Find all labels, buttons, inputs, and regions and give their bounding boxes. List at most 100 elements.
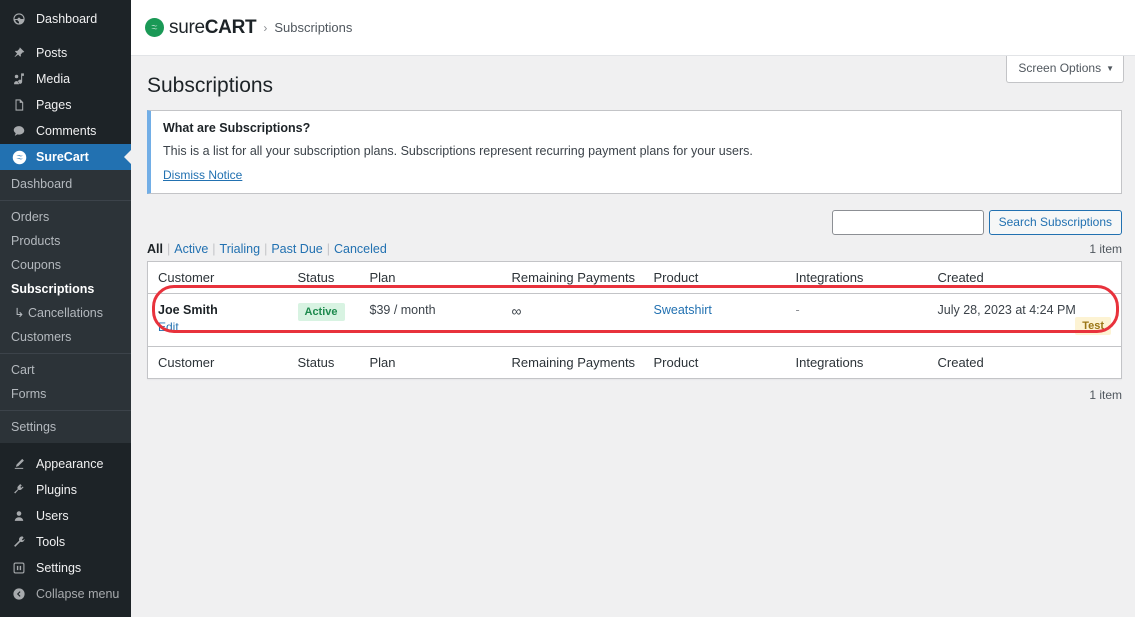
filter-row: All|Active|Trialing|Past Due|Canceled 1 … — [147, 242, 1122, 256]
sidebar-item-appearance[interactable]: Appearance — [0, 451, 131, 477]
cell-status: Active — [288, 294, 360, 347]
cell-remaining-payments: ∞ — [502, 294, 644, 347]
subscriptions-table-wrapper: Customer Status Plan Remaining Payments … — [147, 261, 1122, 379]
sidebar-subitem-cancellations[interactable]: ↳ Cancellations — [0, 301, 131, 325]
sidebar-item-plugins[interactable]: Plugins — [0, 477, 131, 503]
table-header-row: Customer Status Plan Remaining Payments … — [148, 262, 1122, 294]
screen-options-button[interactable]: Screen Options▼ — [1006, 56, 1124, 83]
sidebar-item-label: Collapse menu — [36, 581, 119, 607]
sidebar-subitem-subscriptions[interactable]: Subscriptions — [0, 277, 131, 301]
logo-text-part-b: CART — [205, 17, 257, 38]
notice-title: What are Subscriptions? — [163, 121, 1109, 135]
column-header-integrations[interactable]: Integrations — [786, 262, 928, 294]
cell-customer: Joe Smith Edit — [148, 294, 288, 347]
table-row[interactable]: Joe Smith Edit Active $39 / month ∞ — [148, 294, 1122, 347]
sidebar-item-dashboard[interactable]: Dashboard — [0, 6, 131, 32]
dismiss-notice-link[interactable]: Dismiss Notice — [163, 168, 242, 182]
users-icon — [9, 509, 29, 523]
sidebar-item-label: Settings — [36, 555, 81, 581]
sidebar-item-label: Comments — [36, 118, 96, 144]
surecart-logo-icon — [145, 18, 164, 37]
column-header-product[interactable]: Product — [644, 262, 786, 294]
column-header-created[interactable]: Created — [928, 262, 1122, 294]
filter-link-canceled[interactable]: Canceled — [334, 242, 387, 256]
filter-link-past-due[interactable]: Past Due — [271, 242, 322, 256]
search-input[interactable] — [832, 210, 984, 235]
column-footer-status[interactable]: Status — [288, 347, 360, 379]
sidebar-item-collapse-menu[interactable]: Collapse menu — [0, 581, 131, 607]
mode-badge-wrap: Test — [1075, 317, 1111, 335]
subscriptions-table: Customer Status Plan Remaining Payments … — [147, 261, 1122, 379]
filter-link-active[interactable]: Active — [174, 242, 208, 256]
table-footer-row: Customer Status Plan Remaining Payments … — [148, 347, 1122, 379]
sidebar-gap — [0, 443, 131, 451]
sidebar-subitem-forms[interactable]: Forms — [0, 382, 131, 406]
integrations-value: - — [796, 303, 800, 317]
sidebar-item-pages[interactable]: Pages — [0, 92, 131, 118]
sidebar-subitem-products[interactable]: Products — [0, 229, 131, 253]
sidebar-item-label: Plugins — [36, 477, 77, 503]
sidebar-gap — [0, 32, 131, 40]
sidebar-subitem-settings[interactable]: Settings — [0, 415, 131, 439]
created-date: July 28, 2023 at 4:24 PM — [938, 303, 1076, 317]
search-subscriptions-button[interactable]: Search Subscriptions — [989, 210, 1122, 235]
item-count-top: 1 item — [1089, 242, 1122, 256]
sidebar-item-label: Tools — [36, 529, 65, 555]
main-content: sureCART › Subscriptions Screen Options▼… — [131, 0, 1135, 617]
column-header-plan[interactable]: Plan — [360, 262, 502, 294]
sidebar-current-pointer — [124, 149, 132, 165]
sidebar-submenu-surecart: Dashboard Orders Products Coupons Subscr… — [0, 170, 131, 443]
customer-name-link[interactable]: Joe Smith — [158, 303, 278, 317]
mode-badge: Test — [1075, 317, 1111, 335]
column-header-remaining-payments[interactable]: Remaining Payments — [502, 262, 644, 294]
column-footer-created[interactable]: Created — [928, 347, 1122, 379]
filter-link-trialing[interactable]: Trialing — [220, 242, 261, 256]
product-link[interactable]: Sweatshirt — [654, 303, 712, 317]
column-footer-remaining-payments[interactable]: Remaining Payments — [502, 347, 644, 379]
sidebar-subitem-coupons[interactable]: Coupons — [0, 253, 131, 277]
sidebar-item-label: Pages — [36, 92, 71, 118]
sidebar-item-media[interactable]: Media — [0, 66, 131, 92]
comments-icon — [9, 124, 29, 138]
sidebar-item-tools[interactable]: Tools — [0, 529, 131, 555]
sidebar-subitem-cart[interactable]: Cart — [0, 358, 131, 382]
screen-options-label: Screen Options — [1018, 61, 1101, 75]
notice-body: This is a list for all your subscription… — [163, 144, 1109, 158]
item-count-bottom-wrap: 1 item — [147, 388, 1122, 402]
column-header-status[interactable]: Status — [288, 262, 360, 294]
column-footer-integrations[interactable]: Integrations — [786, 347, 928, 379]
plugins-icon — [9, 483, 29, 497]
surecart-icon — [9, 150, 29, 165]
sidebar-subitem-orders[interactable]: Orders — [0, 205, 131, 229]
collapse-icon — [9, 587, 29, 601]
sidebar-subitem-dashboard[interactable]: Dashboard — [0, 172, 131, 196]
column-footer-plan[interactable]: Plan — [360, 347, 502, 379]
tools-icon — [9, 535, 29, 549]
settings-icon — [9, 561, 29, 575]
page-body: Subscriptions What are Subscriptions? Th… — [131, 56, 1135, 402]
row-action-edit[interactable]: Edit — [158, 320, 278, 334]
surecart-logo[interactable]: sureCART — [145, 17, 256, 39]
status-badge: Active — [298, 303, 345, 321]
sidebar-item-posts[interactable]: Posts — [0, 40, 131, 66]
filter-separator: | — [167, 242, 170, 256]
search-row: Search Subscriptions — [147, 210, 1122, 235]
table-foot: Customer Status Plan Remaining Payments … — [148, 347, 1122, 379]
sidebar-item-settings[interactable]: Settings — [0, 555, 131, 581]
column-footer-customer[interactable]: Customer — [148, 347, 288, 379]
sidebar-item-comments[interactable]: Comments — [0, 118, 131, 144]
submenu-divider — [0, 353, 131, 354]
sidebar-subitem-customers[interactable]: Customers — [0, 325, 131, 349]
appearance-icon — [9, 457, 29, 471]
dashboard-icon — [9, 12, 29, 26]
column-header-customer[interactable]: Customer — [148, 262, 288, 294]
breadcrumb-separator-icon: › — [263, 21, 267, 35]
column-footer-product[interactable]: Product — [644, 347, 786, 379]
filter-link-all[interactable]: All — [147, 242, 163, 256]
sidebar-item-users[interactable]: Users — [0, 503, 131, 529]
table-head: Customer Status Plan Remaining Payments … — [148, 262, 1122, 294]
admin-screen: Dashboard Posts Media Pages Commen — [0, 0, 1135, 617]
pin-icon — [9, 46, 29, 60]
cell-created: July 28, 2023 at 4:24 PM Test — [928, 294, 1122, 347]
sidebar-item-surecart[interactable]: SureCart — [0, 144, 131, 170]
